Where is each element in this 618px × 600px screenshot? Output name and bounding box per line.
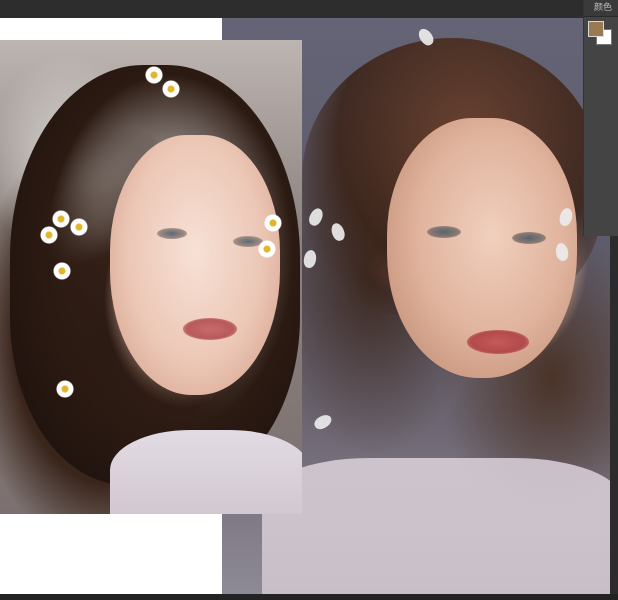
painted-eye-right	[512, 232, 546, 244]
foreground-color-swatch[interactable]	[588, 21, 604, 37]
color-swatches	[588, 21, 616, 49]
right-gutter	[610, 236, 618, 594]
daisy-flower	[53, 262, 71, 280]
photo-face	[110, 135, 280, 395]
reference-photo[interactable]	[0, 40, 302, 514]
photo-lips	[183, 318, 237, 340]
painted-petal	[302, 249, 318, 269]
canvas-corner	[200, 18, 222, 40]
daisy-flower	[264, 214, 282, 232]
daisy-flower	[258, 240, 276, 258]
daisy-flower	[40, 226, 58, 244]
top-bar	[0, 0, 618, 18]
daisy-flower	[145, 66, 163, 84]
panel-header[interactable]: 颜色	[584, 0, 618, 17]
painting-app: 颜色	[0, 0, 618, 600]
color-panel: 颜色	[583, 0, 618, 236]
photo-eye-left	[157, 228, 187, 239]
daisy-flower	[70, 218, 88, 236]
painted-petal	[312, 412, 334, 432]
daisy-flower	[56, 380, 74, 398]
painted-eye-left	[427, 226, 461, 238]
painted-shirt	[262, 458, 610, 594]
bottom-bar	[0, 594, 618, 600]
canvas-area[interactable]	[0, 18, 610, 594]
painted-lips	[467, 330, 529, 354]
photo-shirt	[110, 430, 302, 514]
daisy-flower	[162, 80, 180, 98]
